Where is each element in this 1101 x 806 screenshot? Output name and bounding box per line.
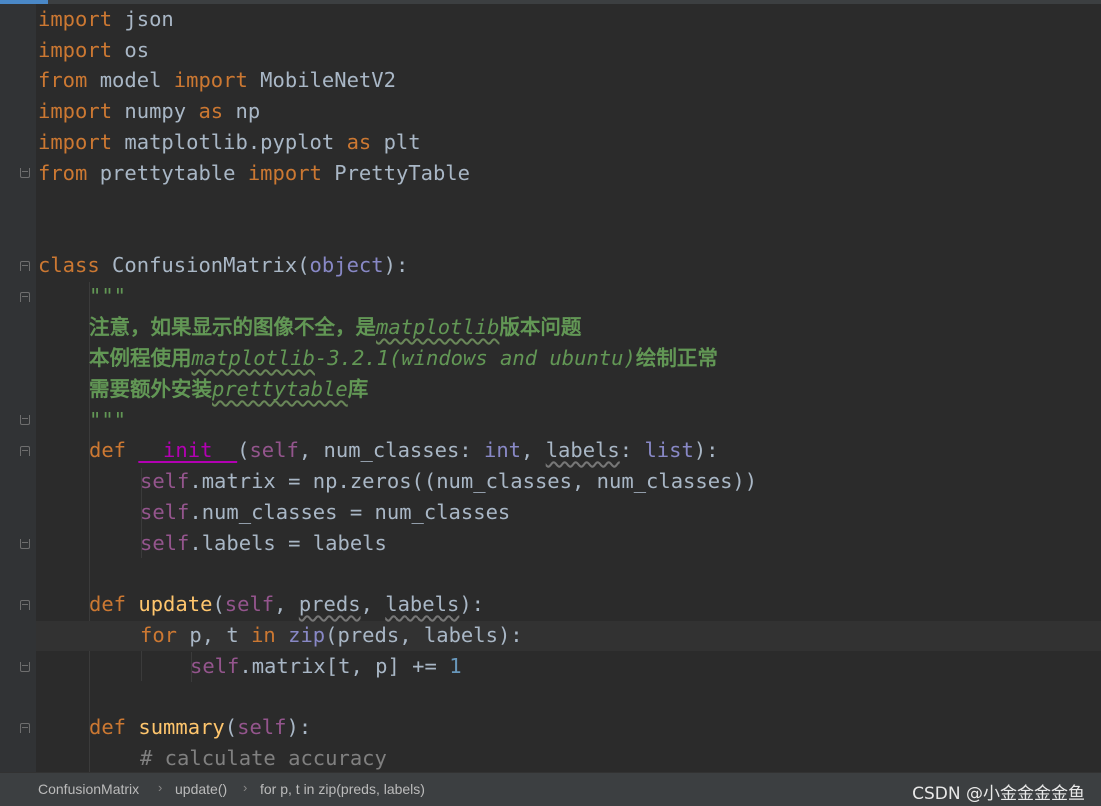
code-line: import numpy as np [38,99,261,123]
code-line: from model import MobileNetV2 [38,68,396,92]
breadcrumb-method[interactable]: update() [175,781,227,797]
fold-start-icon[interactable] [20,600,30,610]
fold-start-icon[interactable] [20,446,30,456]
fold-start-icon[interactable] [20,723,30,733]
fold-end-icon[interactable] [20,415,30,425]
chevron-right-icon: › [158,780,163,795]
docstring-line: 需要额外安装prettytable库 [89,377,369,401]
chevron-right-icon: › [243,780,248,795]
init-definition-line: def __init__(self, num_classes: int, lab… [89,438,719,462]
docstring-line: 注意，如果显示的图像不全，是matplotlib版本问题 [89,315,582,339]
breadcrumb-statement[interactable]: for p, t in zip(preds, labels) [260,781,425,797]
code-line: self.matrix[t, p] += 1 [190,654,462,678]
code-line: import matplotlib.pyplot as plt [38,130,421,154]
code-line: self.matrix = np.zeros((num_classes, num… [140,469,758,493]
code-line: from prettytable import PrettyTable [38,161,470,185]
docstring-line: 本例程使用matplotlib-3.2.1(windows and ubuntu… [89,346,718,370]
code-text[interactable]: import json import os from model import … [38,4,757,770]
code-editor[interactable]: import json import os from model import … [0,0,1101,772]
code-line: import json [38,7,174,31]
docstring-open: """ [89,284,127,308]
watermark: CSDN @小金金金金鱼 [912,784,1085,804]
update-definition-line: def update(self, preds, labels): [89,592,484,616]
code-line: self.labels = labels [140,531,387,555]
gutter [0,4,36,772]
breadcrumb-bar: ConfusionMatrix › update() › for p, t in… [0,772,1101,806]
fold-start-icon[interactable] [20,261,30,271]
docstring-close: """ [89,408,127,432]
summary-definition-line: def summary(self): [89,715,312,739]
for-loop-line: for p, t in zip(preds, labels): [140,623,523,647]
fold-end-icon[interactable] [20,539,30,549]
comment-line: # calculate accuracy [140,746,387,770]
fold-end-icon[interactable] [20,662,30,672]
code-line: self.num_classes = num_classes [140,500,511,524]
fold-start-icon[interactable] [20,292,30,302]
fold-end-icon[interactable] [20,168,30,178]
code-line: import os [38,38,150,62]
breadcrumb-class[interactable]: ConfusionMatrix [38,781,139,797]
class-definition-line: class ConfusionMatrix(object): [38,253,409,277]
